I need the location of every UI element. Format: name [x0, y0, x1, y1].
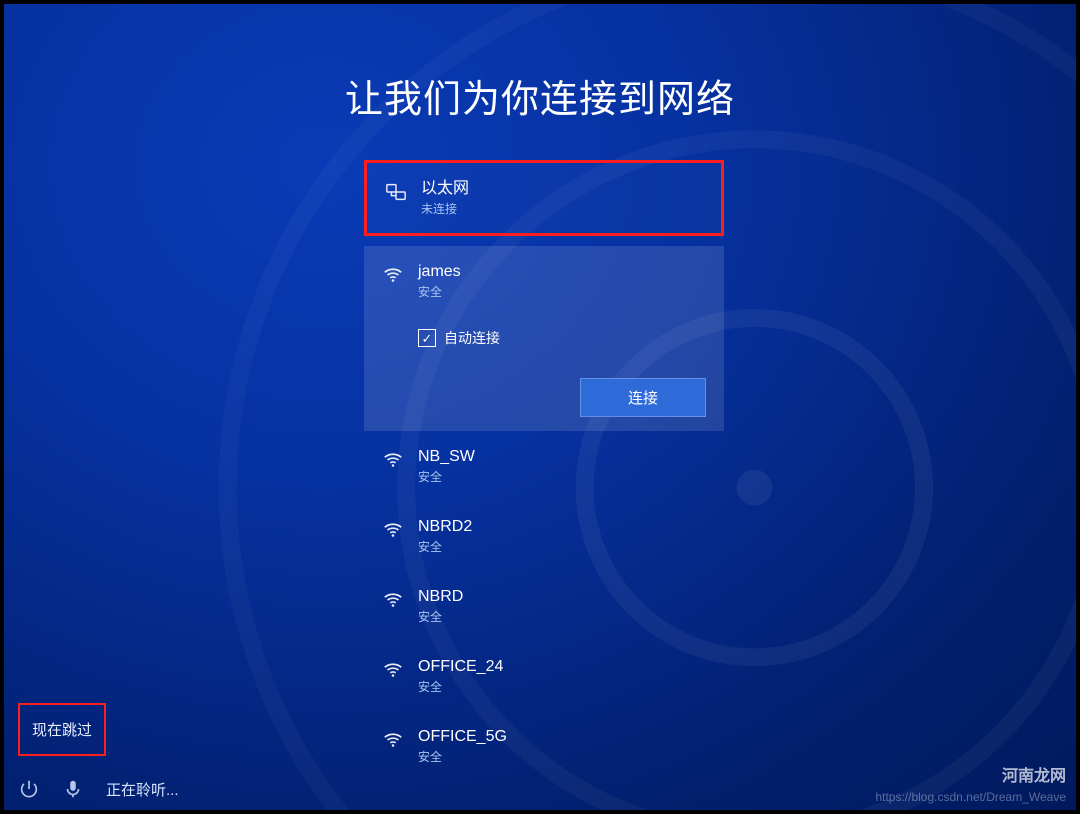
wifi-item[interactable]: OFFICE_5G 安全 — [364, 711, 724, 781]
auto-connect-row[interactable]: ✓ 自动连接 — [418, 328, 500, 348]
connect-row: 连接 — [382, 378, 706, 417]
wifi-item[interactable]: NBRD2 安全 — [364, 501, 724, 571]
wifi-name: OFFICE_24 — [418, 657, 706, 677]
wifi-item-selected[interactable]: james 安全 ✓ 自动连接 连接 — [364, 246, 724, 431]
wifi-item[interactable]: NB_SW 安全 — [364, 431, 724, 501]
wifi-name: NB_SW — [418, 447, 706, 467]
bottom-bar: 正在聆听... — [18, 778, 179, 800]
wifi-selected-labels: james 安全 — [418, 262, 706, 300]
ethernet-labels: 以太网 未连接 — [421, 179, 703, 217]
oobe-screen: 让我们为你连接到网络 以太网 未连接 — [4, 4, 1076, 810]
skip-button[interactable]: 现在跳过 — [18, 703, 106, 756]
wifi-security: 安全 — [418, 679, 706, 695]
wifi-name: NBRD — [418, 587, 706, 607]
auto-connect-checkbox[interactable]: ✓ — [418, 329, 436, 347]
watermark-brand: 河南龙网 — [1002, 762, 1066, 786]
wifi-icon — [382, 729, 404, 751]
ethernet-item[interactable]: 以太网 未连接 — [364, 160, 724, 236]
wifi-name: OFFICE_5G — [418, 727, 706, 747]
wifi-security: 安全 — [418, 539, 706, 555]
watermark-url: https://blog.csdn.net/Dream_Weave — [875, 790, 1066, 804]
wifi-item[interactable]: NBRD 安全 — [364, 571, 724, 641]
wifi-security: 安全 — [418, 609, 706, 625]
wifi-icon — [382, 519, 404, 541]
wifi-item[interactable]: OFFICE_24 安全 — [364, 641, 724, 711]
wifi-security: 安全 — [418, 469, 706, 485]
wifi-icon — [382, 659, 404, 681]
power-icon[interactable] — [18, 778, 40, 800]
wifi-icon — [382, 449, 404, 471]
page-title: 让我们为你连接到网络 — [4, 68, 1076, 123]
microphone-icon[interactable] — [62, 778, 84, 800]
wifi-selected-name: james — [418, 262, 706, 282]
connect-button[interactable]: 连接 — [580, 378, 706, 417]
wifi-name: NBRD2 — [418, 517, 706, 537]
wifi-security: 安全 — [418, 749, 706, 765]
auto-connect-label: 自动连接 — [444, 328, 500, 348]
ethernet-status: 未连接 — [421, 201, 703, 217]
ethernet-name: 以太网 — [421, 179, 703, 199]
network-list: 以太网 未连接 james 安全 — [364, 160, 724, 781]
ethernet-icon — [385, 181, 407, 203]
wifi-icon — [382, 264, 404, 286]
wifi-icon — [382, 589, 404, 611]
listening-label: 正在聆听... — [106, 779, 179, 800]
wifi-selected-security: 安全 — [418, 284, 706, 300]
